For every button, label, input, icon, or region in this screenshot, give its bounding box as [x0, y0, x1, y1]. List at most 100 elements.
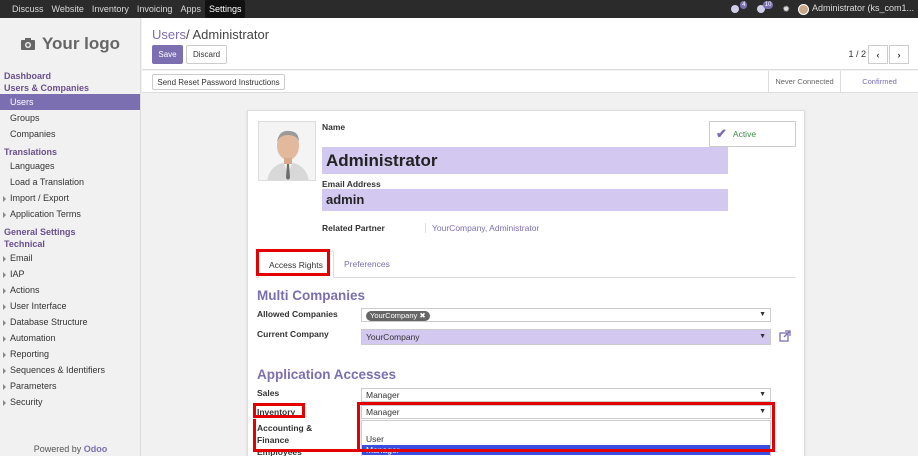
caret-right-icon — [3, 367, 6, 374]
menu-settings[interactable]: Settings — [204, 0, 246, 18]
systray: 4 10 ✹ Administrator (ks_com1... — [730, 0, 914, 18]
breadcrumb-users-link[interactable]: Users — [152, 27, 186, 42]
company-tag: YourCompany ✖ — [366, 311, 430, 321]
pager-previous-button[interactable]: ‹ — [868, 45, 888, 64]
pager-value[interactable]: 1 / 2 — [848, 49, 866, 59]
sidebar-item-label: Import / Export — [10, 193, 70, 203]
stage-never-connected: Never Connected — [768, 71, 840, 92]
external-link-icon[interactable] — [779, 330, 791, 342]
avatar — [797, 3, 809, 15]
sales-value: Manager — [366, 390, 400, 400]
email-label: Email Address — [322, 179, 381, 189]
email-field[interactable]: admin — [322, 189, 728, 211]
powered-by-text: Powered by — [33, 444, 82, 454]
inventory-label: Inventory — [257, 407, 296, 417]
sidebar-item-reporting[interactable]: Reporting — [0, 346, 140, 362]
sidebar-item-parameters[interactable]: Parameters — [0, 378, 140, 394]
inventory-dropdown-list: User Manager — [361, 420, 771, 456]
current-company-value: YourCompany — [366, 332, 420, 342]
dropdown-option-user[interactable]: User — [362, 434, 770, 444]
sidebar-item-label: User Interface — [10, 301, 67, 311]
caret-right-icon — [3, 351, 6, 358]
menu-inventory[interactable]: Inventory — [88, 0, 133, 18]
sales-label: Sales — [257, 388, 280, 398]
sidebar-item-database-structure[interactable]: Database Structure — [0, 314, 140, 330]
sidebar-item-iap[interactable]: IAP — [0, 266, 140, 282]
save-button[interactable]: Save — [152, 45, 183, 64]
allowed-companies-field[interactable]: YourCompany ✖ ▼ — [361, 308, 771, 322]
sidebar-item-label: Parameters — [10, 381, 57, 391]
allowed-companies-label: Allowed Companies — [257, 309, 338, 319]
company-logo: Your logo — [0, 18, 140, 70]
status-bar: Send Reset Password Instructions Never C… — [142, 71, 918, 93]
powered-by: Powered by Odoo — [0, 444, 141, 454]
sidebar-item-import-export[interactable]: Import / Export — [0, 190, 140, 206]
sidebar-section-dashboard[interactable]: Dashboard — [0, 70, 140, 82]
sidebar-section-translations[interactable]: Translations — [0, 146, 140, 158]
sales-select[interactable]: Manager ▼ — [361, 388, 771, 402]
breadcrumb-separator: / — [185, 27, 190, 42]
menu-invoicing[interactable]: Invoicing — [133, 0, 177, 18]
sidebar-item-label: IAP — [10, 269, 25, 279]
debug-bug-icon[interactable]: ✹ — [782, 4, 790, 15]
user-menu[interactable]: Administrator (ks_com1... — [797, 3, 914, 15]
caret-right-icon — [3, 211, 6, 218]
sidebar-section-users-companies[interactable]: Users & Companies — [0, 82, 140, 94]
caret-right-icon — [3, 195, 6, 202]
menu-discuss[interactable]: Discuss — [8, 0, 48, 18]
chevron-left-icon: ‹ — [876, 49, 880, 60]
caret-right-icon — [3, 287, 6, 294]
sidebar-item-users[interactable]: Users — [0, 94, 140, 110]
caret-down-icon: ▼ — [759, 311, 766, 318]
control-panel: Users/ Administrator Save Discard 1 / 2 … — [142, 18, 918, 70]
sidebar-item-sequences[interactable]: Sequences & Identifiers — [0, 362, 140, 378]
caret-down-icon: ▼ — [759, 391, 766, 398]
sidebar-item-languages[interactable]: Languages — [0, 158, 140, 174]
related-partner-label: Related Partner — [322, 223, 385, 233]
name-field[interactable]: Administrator — [322, 147, 728, 174]
menu-website[interactable]: Website — [48, 0, 88, 18]
application-accesses-heading: Application Accesses — [257, 367, 397, 382]
menu-apps[interactable]: Apps — [176, 0, 205, 18]
active-toggle-button[interactable]: ✔ Active — [709, 121, 796, 147]
close-icon[interactable]: ✖ — [419, 311, 425, 320]
sidebar-item-security[interactable]: Security — [0, 394, 140, 410]
sidebar-item-automation[interactable]: Automation — [0, 330, 140, 346]
finance-label: Finance — [257, 435, 290, 445]
user-avatar-image[interactable] — [258, 121, 316, 181]
sidebar-item-user-interface[interactable]: User Interface — [0, 298, 140, 314]
sidebar-item-label: Automation — [10, 333, 56, 343]
sidebar-item-companies[interactable]: Companies — [0, 126, 140, 142]
checkmark-icon: ✔ — [716, 126, 727, 141]
form-sheet: Name Administrator Email Address admin ✔… — [247, 110, 805, 456]
caret-right-icon — [3, 271, 6, 278]
odoo-link[interactable]: Odoo — [84, 444, 108, 454]
accounting-label: Accounting & — [257, 423, 313, 433]
related-partner-link[interactable]: YourCompany, Administrator — [425, 223, 539, 233]
caret-right-icon — [3, 255, 6, 262]
pager-next-button[interactable]: › — [889, 45, 909, 64]
breadcrumb-current: Administrator — [192, 27, 270, 42]
tab-preferences[interactable]: Preferences — [334, 251, 400, 278]
sidebar-section-general-settings[interactable]: General Settings — [0, 226, 140, 238]
chevron-right-icon: › — [897, 49, 901, 60]
caret-right-icon — [3, 303, 6, 310]
sidebar-item-application-terms[interactable]: Application Terms — [0, 206, 140, 222]
sidebar-item-load-translation[interactable]: Load a Translation — [0, 174, 140, 190]
current-company-label: Current Company — [257, 329, 329, 339]
caret-right-icon — [3, 335, 6, 342]
sidebar-item-groups[interactable]: Groups — [0, 110, 140, 126]
dropdown-option-manager[interactable]: Manager — [362, 445, 770, 455]
current-company-field[interactable]: YourCompany ▼ — [361, 329, 771, 345]
sidebar-item-email[interactable]: Email — [0, 250, 140, 266]
sidebar-item-label: Reporting — [10, 349, 50, 359]
discard-button[interactable]: Discard — [186, 45, 227, 64]
send-reset-password-button[interactable]: Send Reset Password Instructions — [152, 74, 285, 90]
tab-access-rights[interactable]: Access Rights — [258, 251, 334, 278]
inventory-select[interactable]: Manager ▼ — [361, 405, 771, 419]
chat-icon[interactable]: 4 — [730, 1, 748, 14]
sidebar-item-actions[interactable]: Actions — [0, 282, 140, 298]
sidebar-item-label: Actions — [10, 285, 40, 295]
sidebar-section-technical[interactable]: Technical — [0, 238, 140, 250]
activity-icon[interactable]: 10 — [756, 1, 774, 14]
